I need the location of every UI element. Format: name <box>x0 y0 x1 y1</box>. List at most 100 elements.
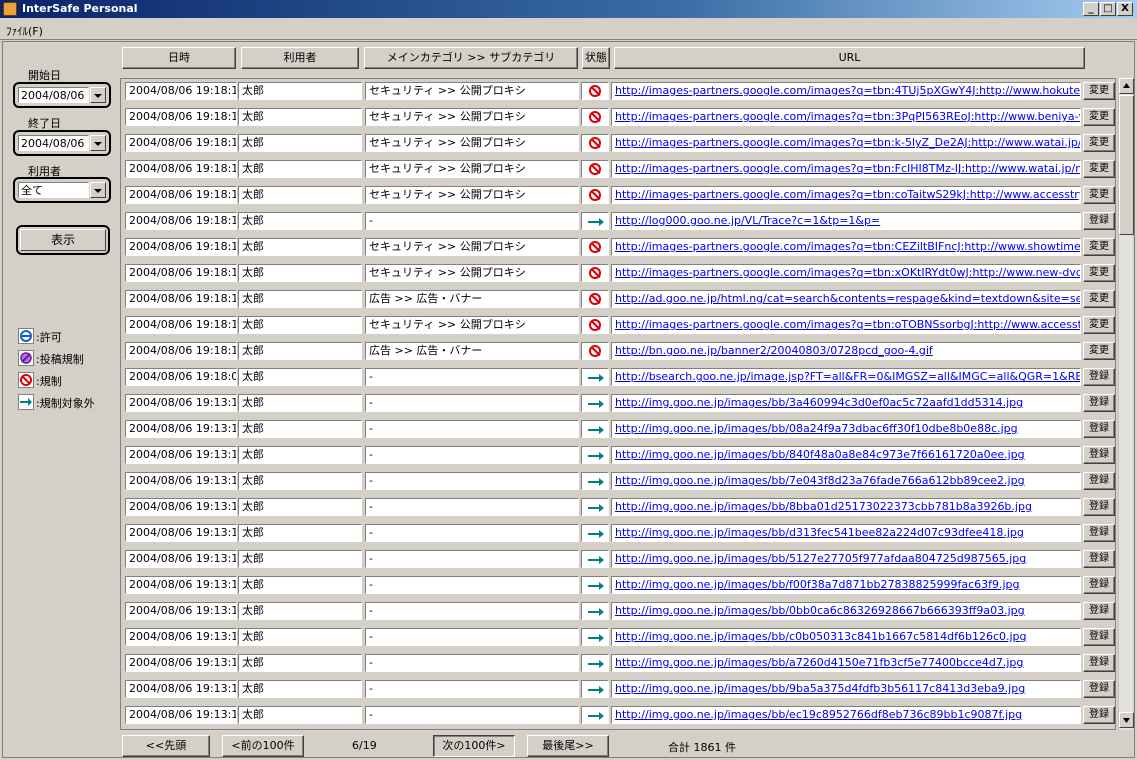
register-button[interactable]: 登録 <box>1083 420 1115 438</box>
close-button[interactable]: X <box>1117 2 1133 16</box>
register-button[interactable]: 登録 <box>1083 654 1115 672</box>
scroll-down-icon[interactable] <box>1119 712 1134 728</box>
first-page-button[interactable]: <<先頭 <box>122 735 210 757</box>
register-button[interactable]: 登録 <box>1083 576 1115 594</box>
user-dropdown[interactable]: 全て <box>13 177 111 203</box>
change-button[interactable]: 変更 <box>1083 160 1115 178</box>
register-button[interactable]: 登録 <box>1083 680 1115 698</box>
next-page-button[interactable]: 次の100件> <box>433 735 515 757</box>
table-row[interactable]: 2004/08/06 19:13:16 太郎 - http://img.goo.ne.… <box>121 574 1115 596</box>
table-row[interactable]: 2004/08/06 19:18:11 太郎 セキュリティ >> 公開プロキシ htt… <box>121 132 1115 154</box>
table-row[interactable]: 2004/08/06 19:13:16 太郎 - http://img.goo.ne.… <box>121 496 1115 518</box>
header-status[interactable]: 状態 <box>582 47 610 69</box>
show-button[interactable]: 表示 <box>16 225 110 255</box>
change-button[interactable]: 変更 <box>1083 82 1115 100</box>
scrollbar-thumb[interactable] <box>1119 95 1134 235</box>
table-row[interactable]: 2004/08/06 19:13:16 太郎 - http://img.goo.ne.… <box>121 678 1115 700</box>
table-row[interactable]: 2004/08/06 19:13:16 太郎 - http://img.goo.ne.… <box>121 392 1115 414</box>
cell-url-link[interactable]: http://images-partners.google.com/images… <box>611 108 1081 126</box>
vertical-scrollbar[interactable] <box>1118 78 1134 730</box>
cell-url-link[interactable]: http://img.goo.ne.jp/images/bb/5127e2770… <box>611 550 1081 568</box>
change-button[interactable]: 変更 <box>1083 264 1115 282</box>
table-row[interactable]: 2004/08/06 19:13:16 太郎 - http://img.goo.ne.… <box>121 626 1115 648</box>
cell-url-link[interactable]: http://img.goo.ne.jp/images/bb/c0b050313… <box>611 628 1081 646</box>
header-user[interactable]: 利用者 <box>241 47 359 69</box>
change-button[interactable]: 変更 <box>1083 108 1115 126</box>
cell-url-link[interactable]: http://images-partners.google.com/images… <box>611 316 1081 334</box>
cell-url-link[interactable]: http://img.goo.ne.jp/images/bb/08a24f9a7… <box>611 420 1081 438</box>
cell-url-link[interactable]: http://ad.goo.ne.jp/html.ng/cat=search&c… <box>611 290 1081 308</box>
register-button[interactable]: 登録 <box>1083 472 1115 490</box>
register-button[interactable]: 登録 <box>1083 706 1115 724</box>
cell-url-link[interactable]: http://img.goo.ne.jp/images/bb/a7260d415… <box>611 654 1081 672</box>
cell-url-link[interactable]: http://bn.goo.ne.jp/banner2/20040803/072… <box>611 342 1081 360</box>
change-button[interactable]: 変更 <box>1083 342 1115 360</box>
table-row[interactable]: 2004/08/06 19:13:16 太郎 - http://img.goo.ne.… <box>121 704 1115 726</box>
cell-url-link[interactable]: http://images-partners.google.com/images… <box>611 264 1081 282</box>
maximize-button[interactable]: □ <box>1100 2 1116 16</box>
cell-datetime: 2004/08/06 19:13:16 <box>125 472 237 490</box>
table-row[interactable]: 2004/08/06 19:13:16 太郎 - http://img.goo.ne.… <box>121 600 1115 622</box>
table-row[interactable]: 2004/08/06 19:18:10 太郎 広告 >> 広告・バナー http://… <box>121 340 1115 362</box>
register-button[interactable]: 登録 <box>1083 394 1115 412</box>
cell-url-link[interactable]: http://img.goo.ne.jp/images/bb/0bb0ca6c8… <box>611 602 1081 620</box>
table-row[interactable]: 2004/08/06 19:13:16 太郎 - http://img.goo.ne.… <box>121 418 1115 440</box>
register-button[interactable]: 登録 <box>1083 602 1115 620</box>
table-row[interactable]: 2004/08/06 19:18:11 太郎 セキュリティ >> 公開プロキシ htt… <box>121 80 1115 102</box>
table-row[interactable]: 2004/08/06 19:18:10 太郎 セキュリティ >> 公開プロキシ htt… <box>121 314 1115 336</box>
cell-url-link[interactable]: http://img.goo.ne.jp/images/bb/f00f38a7d… <box>611 576 1081 594</box>
table-row[interactable]: 2004/08/06 19:13:16 太郎 - http://img.goo.ne.… <box>121 548 1115 570</box>
cell-url-link[interactable]: http://img.goo.ne.jp/images/bb/ec19c8952… <box>611 706 1081 724</box>
table-row[interactable]: 2004/08/06 19:13:16 太郎 - http://img.goo.ne.… <box>121 444 1115 466</box>
header-category[interactable]: メインカテゴリ >> サブカテゴリ <box>364 47 578 69</box>
cell-url-link[interactable]: http://img.goo.ne.jp/images/bb/7e043f8d2… <box>611 472 1081 490</box>
table-row[interactable]: 2004/08/06 19:18:09 太郎 - http://bsearch.goo… <box>121 366 1115 388</box>
table-row[interactable]: 2004/08/06 19:18:10 太郎 広告 >> 広告・バナー http://… <box>121 288 1115 310</box>
register-button[interactable]: 登録 <box>1083 628 1115 646</box>
chevron-down-icon[interactable] <box>90 135 106 151</box>
cell-url-link[interactable]: http://img.goo.ne.jp/images/bb/3a460994c… <box>611 394 1081 412</box>
change-button[interactable]: 変更 <box>1083 290 1115 308</box>
table-row[interactable]: 2004/08/06 19:18:10 太郎 セキュリティ >> 公開プロキシ htt… <box>121 184 1115 206</box>
end-date-dropdown[interactable]: 2004/08/06 <box>13 130 111 156</box>
cell-url-link[interactable]: http://bsearch.goo.ne.jp/image.jsp?FT=al… <box>611 368 1081 386</box>
cell-url-link[interactable]: http://img.goo.ne.jp/images/bb/d313fec54… <box>611 524 1081 542</box>
table-row[interactable]: 2004/08/06 19:18:11 太郎 セキュリティ >> 公開プロキシ htt… <box>121 158 1115 180</box>
start-date-dropdown[interactable]: 2004/08/06 <box>13 82 111 108</box>
cell-url-link[interactable]: http://images-partners.google.com/images… <box>611 134 1081 152</box>
last-page-button[interactable]: 最後尾>> <box>527 735 609 757</box>
table-row[interactable]: 2004/08/06 19:13:16 太郎 - http://img.goo.ne.… <box>121 470 1115 492</box>
prev-page-button[interactable]: <前の100件 <box>222 735 304 757</box>
register-button[interactable]: 登録 <box>1083 446 1115 464</box>
table-row[interactable]: 2004/08/06 19:18:10 太郎 - http://log000.goo.… <box>121 210 1115 232</box>
table-row[interactable]: 2004/08/06 19:13:16 太郎 - http://img.goo.ne.… <box>121 652 1115 674</box>
register-button[interactable]: 登録 <box>1083 498 1115 516</box>
menu-file[interactable]: ﾌｧｲﾙ(F) <box>6 23 43 39</box>
change-button[interactable]: 変更 <box>1083 134 1115 152</box>
cell-url-link[interactable]: http://images-partners.google.com/images… <box>611 238 1081 256</box>
register-button[interactable]: 登録 <box>1083 368 1115 386</box>
table-row[interactable]: 2004/08/06 19:18:10 太郎 セキュリティ >> 公開プロキシ htt… <box>121 262 1115 284</box>
cell-url-link[interactable]: http://img.goo.ne.jp/images/bb/9ba5a375d… <box>611 680 1081 698</box>
table-row[interactable]: 2004/08/06 19:18:10 太郎 セキュリティ >> 公開プロキシ htt… <box>121 236 1115 258</box>
minimize-button[interactable]: _ <box>1083 2 1099 16</box>
cell-url-link[interactable]: http://img.goo.ne.jp/images/bb/8bba01d25… <box>611 498 1081 516</box>
cell-url-link[interactable]: http://images-partners.google.com/images… <box>611 82 1081 100</box>
header-url[interactable]: URL <box>614 47 1085 69</box>
cell-url-link[interactable]: http://images-partners.google.com/images… <box>611 186 1081 204</box>
register-button[interactable]: 登録 <box>1083 524 1115 542</box>
chevron-down-icon[interactable] <box>90 87 106 103</box>
register-button[interactable]: 登録 <box>1083 550 1115 568</box>
chevron-down-icon[interactable] <box>90 182 106 198</box>
change-button[interactable]: 変更 <box>1083 316 1115 334</box>
change-button[interactable]: 変更 <box>1083 186 1115 204</box>
cell-url-link[interactable]: http://images-partners.google.com/images… <box>611 160 1081 178</box>
header-datetime[interactable]: 日時 <box>122 47 236 69</box>
scroll-up-icon[interactable] <box>1119 78 1134 94</box>
change-button[interactable]: 変更 <box>1083 238 1115 256</box>
cell-url-link[interactable]: http://log000.goo.ne.jp/VL/Trace?c=1&tp=… <box>611 212 1081 230</box>
table-row[interactable]: 2004/08/06 19:18:11 太郎 セキュリティ >> 公開プロキシ htt… <box>121 106 1115 128</box>
register-button[interactable]: 登録 <box>1083 212 1115 230</box>
cell-url-link[interactable]: http://img.goo.ne.jp/images/bb/840f48a0a… <box>611 446 1081 464</box>
table-row[interactable]: 2004/08/06 19:13:16 太郎 - http://img.goo.ne.… <box>121 522 1115 544</box>
